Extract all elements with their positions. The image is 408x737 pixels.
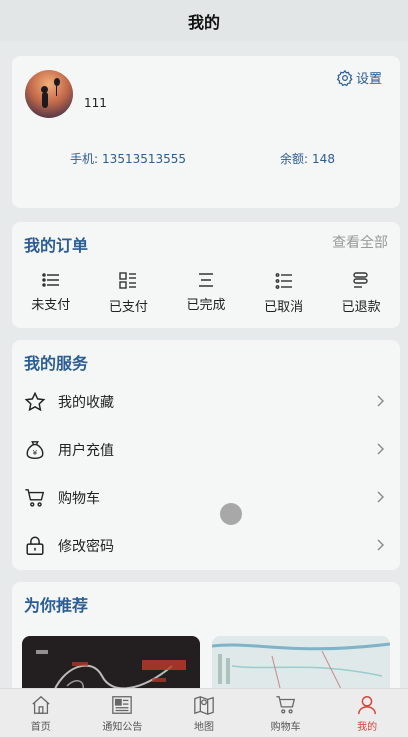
orders-title: 我的订单 — [24, 232, 88, 256]
top-bar: 我的 — [0, 0, 408, 42]
order-cancelled[interactable]: 已取消 — [249, 272, 319, 315]
tab-notice-label: 通知公告 — [102, 722, 142, 733]
service-cart[interactable]: 购物车 — [12, 474, 400, 522]
order-refunded[interactable]: 已退款 — [326, 272, 396, 315]
chevron-right-icon — [376, 442, 386, 456]
service-change-password-label: 修改密码 — [58, 536, 114, 556]
tab-cart-label: 购物车 — [271, 722, 301, 733]
service-recharge[interactable]: ¥ 用户充值 — [12, 426, 400, 474]
tab-mine-label: 我的 — [357, 722, 377, 733]
tab-cart[interactable]: 购物车 — [246, 689, 326, 737]
cart-icon — [24, 487, 46, 509]
order-paid-label: 已支付 — [109, 300, 148, 315]
checklist-icon — [275, 272, 293, 290]
settings-label: 设置 — [356, 68, 382, 87]
tab-map-label: 地图 — [194, 722, 214, 733]
page-title: 我的 — [188, 9, 220, 33]
news-icon — [111, 694, 133, 716]
lock-icon — [24, 535, 46, 557]
balance-value: 148 — [312, 152, 335, 166]
user-icon — [356, 694, 378, 716]
cart-icon — [275, 694, 297, 716]
order-completed[interactable]: 已完成 — [171, 272, 241, 315]
svg-text:¥: ¥ — [33, 448, 38, 457]
phone-label: 手机: — [70, 152, 98, 166]
star-icon — [24, 391, 46, 413]
username: 111 — [84, 96, 107, 110]
order-paid[interactable]: 已支付 — [93, 272, 163, 315]
service-favorites[interactable]: 我的收藏 — [12, 378, 400, 426]
balance-label: 余额: — [280, 152, 308, 166]
touch-indicator — [220, 503, 242, 525]
view-all-orders-link[interactable]: 查看全部 — [332, 232, 388, 252]
stack-icon — [352, 272, 370, 290]
order-status-row: 未支付 已支付 已完成 已取消 — [12, 272, 400, 315]
avatar[interactable] — [25, 70, 73, 118]
chevron-right-icon — [376, 538, 386, 552]
service-cart-label: 购物车 — [58, 488, 100, 508]
tab-mine[interactable]: 我的 — [327, 689, 407, 737]
services-list: 我的收藏 ¥ 用户充值 购物车 修改 — [12, 378, 400, 570]
tab-map[interactable]: 地图 — [164, 689, 244, 737]
service-favorites-label: 我的收藏 — [58, 392, 114, 412]
tab-notice[interactable]: 通知公告 — [82, 689, 162, 737]
bottom-tab-bar: 首页 通知公告 地图 购物车 我的 — [0, 688, 408, 737]
orders-card: 我的订单 查看全部 未支付 已支付 已完成 — [12, 222, 400, 328]
settings-button[interactable]: 设置 — [336, 68, 382, 87]
profile-card: 111 设置 手机: 13513513555 余额: 148 — [12, 56, 400, 208]
services-title: 我的服务 — [24, 350, 88, 374]
phone-value: 13513513555 — [102, 152, 186, 166]
balance-info: 余额: 148 — [280, 150, 335, 167]
service-recharge-label: 用户充值 — [58, 440, 114, 460]
map-icon — [193, 694, 215, 716]
order-refunded-label: 已退款 — [342, 300, 381, 315]
order-cancelled-label: 已取消 — [264, 300, 303, 315]
service-change-password[interactable]: 修改密码 — [12, 522, 400, 570]
phone-info: 手机: 13513513555 — [70, 150, 186, 167]
recommend-card: 为你推荐 — [12, 582, 400, 702]
tab-home[interactable]: 首页 — [1, 689, 81, 737]
home-icon — [30, 694, 52, 716]
services-card: 我的服务 我的收藏 ¥ 用户充值 购物车 — [12, 340, 400, 570]
gear-icon — [336, 69, 354, 87]
list-icon — [42, 272, 60, 288]
lines-icon — [197, 272, 215, 288]
tab-home-label: 首页 — [31, 722, 51, 733]
order-unpaid[interactable]: 未支付 — [16, 272, 86, 315]
order-unpaid-label: 未支付 — [31, 298, 70, 313]
chevron-right-icon — [376, 490, 386, 504]
order-completed-label: 已完成 — [186, 298, 225, 313]
chevron-right-icon — [376, 394, 386, 408]
money-bag-icon: ¥ — [24, 439, 46, 461]
recommend-title: 为你推荐 — [24, 592, 88, 616]
grid-list-icon — [119, 272, 137, 290]
